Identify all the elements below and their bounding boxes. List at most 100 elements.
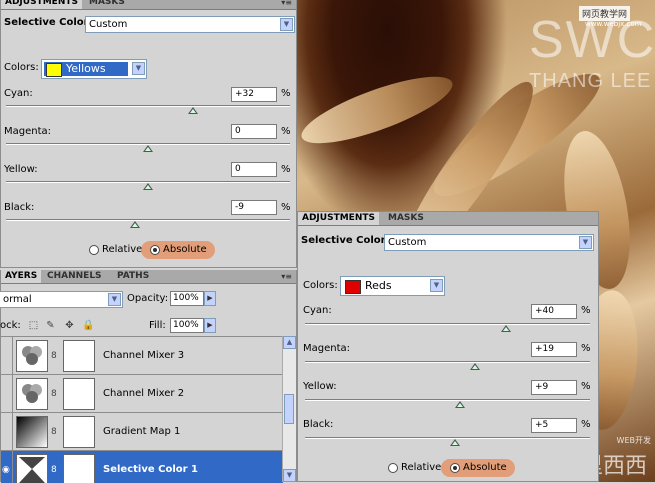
yellow-field[interactable]: 0 <box>231 162 277 177</box>
yellow-field[interactable]: +9 <box>531 380 577 395</box>
black-slider-track[interactable] <box>305 437 590 439</box>
relative-label: Relative <box>102 244 143 255</box>
link-icon[interactable]: 8 <box>51 427 57 437</box>
tab-paths[interactable]: PATHS <box>113 270 153 283</box>
fill-label: Fill: <box>149 320 166 331</box>
layer-row[interactable]: 8 Gradient Map 1 <box>1 413 283 451</box>
relative-radio[interactable] <box>89 245 99 255</box>
absolute-label: Absolute <box>163 244 207 255</box>
fill-field[interactable]: 100% <box>170 318 204 333</box>
scroll-down-icon[interactable]: ▼ <box>283 469 296 482</box>
panel-menu-icon[interactable]: ▾≡ <box>281 0 292 7</box>
black-field[interactable]: -9 <box>231 200 277 215</box>
percent-unit: % <box>581 381 591 392</box>
layer-row[interactable]: 8 Channel Mixer 3 <box>1 337 283 375</box>
black-slider-track[interactable] <box>6 219 290 221</box>
yellow-swatch-icon <box>46 63 62 77</box>
cyan-field[interactable]: +40 <box>531 304 577 319</box>
site-url: www.webjx.com <box>585 20 642 28</box>
mask-thumbnail[interactable] <box>63 340 95 372</box>
black-slider-thumb[interactable] <box>130 221 140 228</box>
tab-channels[interactable]: CHANNELS <box>43 270 106 283</box>
site-badge: 网页教学网 <box>579 6 631 21</box>
percent-unit: % <box>581 419 591 430</box>
gradient-map-icon <box>16 416 48 448</box>
panel-title: Selective Color <box>301 235 386 246</box>
cyan-slider-track[interactable] <box>305 323 590 325</box>
magenta-slider-thumb[interactable] <box>143 145 153 152</box>
selective-color-icon <box>16 454 48 483</box>
preset-dropdown[interactable]: Custom ▼ <box>85 16 295 33</box>
opacity-label: Opacity: <box>127 293 169 304</box>
opacity-field[interactable]: 100% <box>170 291 204 306</box>
link-icon[interactable]: 8 <box>51 465 57 475</box>
eye-icon[interactable]: ◉ <box>1 451 13 483</box>
colors-label: Colors: <box>303 280 338 291</box>
absolute-label: Absolute <box>463 462 507 473</box>
tab-layers[interactable]: AYERS <box>1 270 42 283</box>
tab-bar: ADJUSTMENTS MASKS <box>298 212 598 226</box>
tab-masks[interactable]: MASKS <box>384 212 428 225</box>
lock-move-icon[interactable]: ✥ <box>64 320 75 331</box>
cyan-slider-thumb[interactable] <box>501 325 511 332</box>
lock-all-icon[interactable]: 🔒 <box>82 320 94 331</box>
link-icon[interactable]: 8 <box>51 389 57 399</box>
blend-mode-dropdown[interactable]: ormal ▼ <box>0 291 123 308</box>
tab-adjustments[interactable]: ADJUSTMENTS <box>298 212 379 225</box>
scroll-up-icon[interactable]: ▲ <box>283 336 296 349</box>
colors-label: Colors: <box>4 62 39 73</box>
visibility-toggle[interactable] <box>1 337 13 375</box>
magenta-field[interactable]: 0 <box>231 124 277 139</box>
opacity-arrow-icon[interactable]: ▶ <box>204 291 216 306</box>
mask-thumbnail[interactable] <box>63 416 95 448</box>
tab-masks[interactable]: MASKS <box>85 0 129 9</box>
layer-row-selected[interactable]: ◉ 8 Selective Color 1 <box>1 451 283 483</box>
magenta-slider-track[interactable] <box>305 361 590 363</box>
layer-row[interactable]: 8 Channel Mixer 2 <box>1 375 283 413</box>
colors-value: Yellows <box>66 62 106 75</box>
layer-name: Selective Color 1 <box>103 464 198 475</box>
percent-unit: % <box>281 202 291 213</box>
bottom-adjustments-panel: ADJUSTMENTS MASKS Selective Color Custom… <box>297 211 599 482</box>
relative-radio[interactable] <box>388 463 398 473</box>
tab-bar: AYERS CHANNELS PATHS ▾≡ <box>1 270 296 284</box>
yellow-slider-thumb[interactable] <box>455 401 465 408</box>
mask-thumbnail[interactable] <box>63 454 95 483</box>
percent-unit: % <box>281 88 291 99</box>
lock-transparent-icon[interactable]: ⬚ <box>28 320 39 331</box>
red-swatch-icon <box>345 280 361 294</box>
cyan-slider-track[interactable] <box>6 105 290 107</box>
cyan-field[interactable]: +32 <box>231 87 277 102</box>
chevron-down-icon: ▼ <box>108 293 121 306</box>
magenta-slider-thumb[interactable] <box>470 363 480 370</box>
layer-name: Gradient Map 1 <box>103 426 181 437</box>
chevron-down-icon: ▼ <box>579 236 592 249</box>
magenta-field[interactable]: +19 <box>531 342 577 357</box>
preset-dropdown[interactable]: Custom ▼ <box>384 234 594 251</box>
cyan-slider-thumb[interactable] <box>188 107 198 114</box>
tab-adjustments[interactable]: ADJUSTMENTS <box>1 0 82 9</box>
yellow-slider-thumb[interactable] <box>143 183 153 190</box>
slider-label-cyan: Cyan: <box>303 305 332 316</box>
link-icon[interactable]: 8 <box>51 351 57 361</box>
absolute-radio[interactable] <box>150 245 160 255</box>
fill-arrow-icon[interactable]: ▶ <box>204 318 216 333</box>
percent-unit: % <box>581 343 591 354</box>
percent-unit: % <box>581 305 591 316</box>
visibility-toggle[interactable] <box>1 375 13 413</box>
black-field[interactable]: +5 <box>531 418 577 433</box>
black-slider-thumb[interactable] <box>450 439 460 446</box>
lock-brush-icon[interactable]: ✎ <box>45 320 56 331</box>
relative-label: Relative <box>401 462 442 473</box>
mask-thumbnail[interactable] <box>63 378 95 410</box>
layers-scrollbar[interactable]: ▲ ▼ <box>282 336 296 482</box>
preset-value: Custom <box>89 19 128 30</box>
scroll-thumb[interactable] <box>284 394 294 424</box>
panel-menu-icon[interactable]: ▾≡ <box>281 272 292 281</box>
yellow-slider-track[interactable] <box>305 399 590 401</box>
colors-dropdown[interactable]: Reds ▼ <box>340 276 445 296</box>
chevron-down-icon: ▼ <box>430 279 443 292</box>
absolute-radio[interactable] <box>450 463 460 473</box>
visibility-toggle[interactable] <box>1 413 13 451</box>
colors-dropdown[interactable]: Yellows ▼ <box>41 59 147 79</box>
